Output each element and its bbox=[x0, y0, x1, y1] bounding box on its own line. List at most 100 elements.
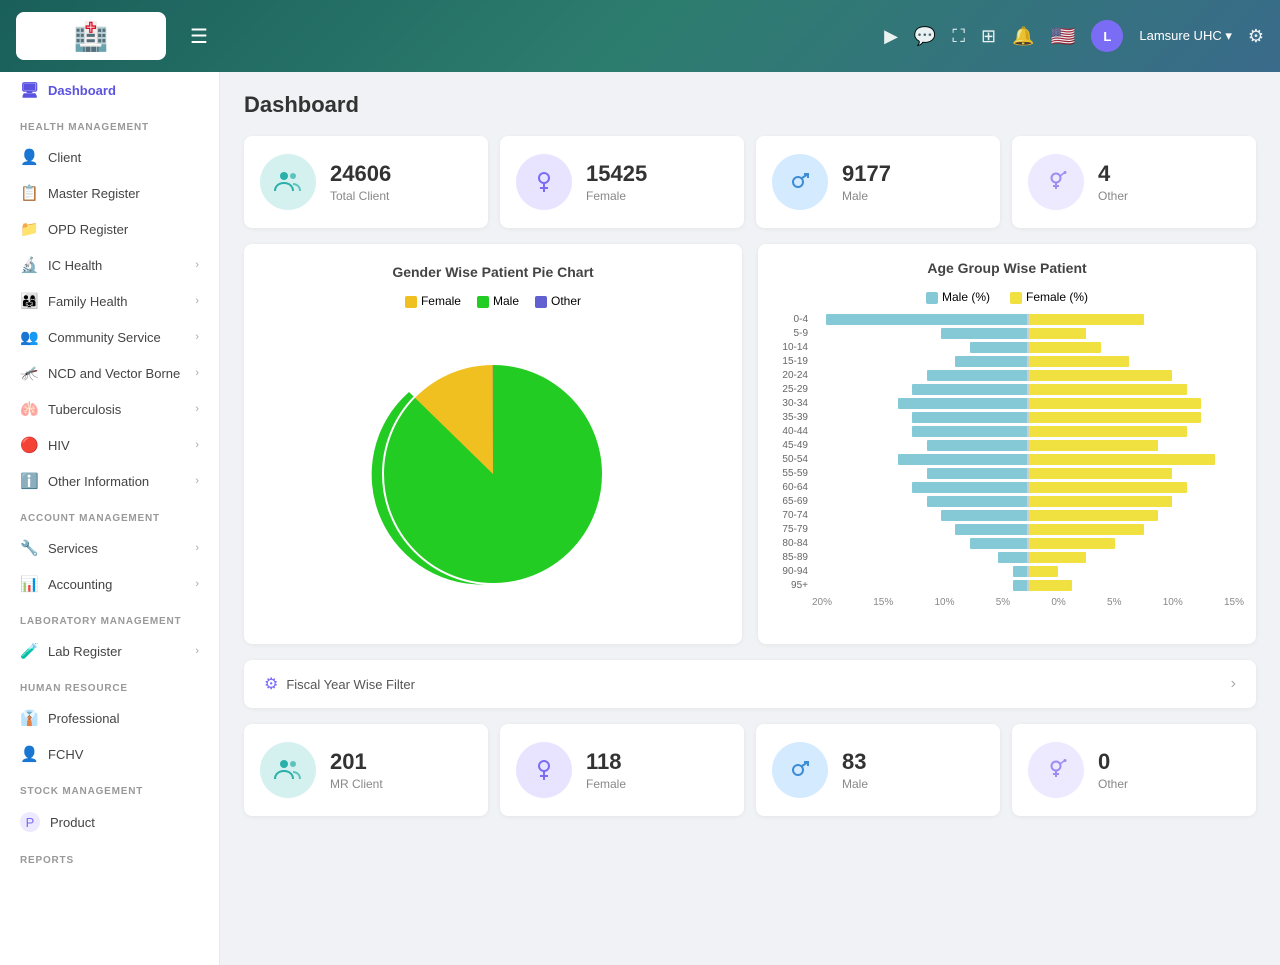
sidebar-item-professional[interactable]: 👔 Professional bbox=[0, 700, 219, 736]
pyramid-x-axis: 20%15%10%5%0%5%10%15% bbox=[770, 597, 1244, 608]
sidebar-item-product[interactable]: P Product bbox=[0, 803, 219, 841]
sidebar-item-lab-register[interactable]: 🧪 Lab Register › bbox=[0, 633, 219, 669]
pyramid-row-bars bbox=[812, 552, 1244, 563]
pyramid-row-label: 15-19 bbox=[770, 356, 808, 367]
sidebar-item-opd-register[interactable]: 📁 OPD Register bbox=[0, 211, 219, 247]
stat-info-female: 15425 Female bbox=[586, 161, 728, 203]
pyramid-row: 85-89 bbox=[770, 552, 1244, 563]
stat-info-bottom-other: 0 Other bbox=[1098, 749, 1240, 791]
age-chart-card: Age Group Wise Patient Male (%) Female (… bbox=[758, 244, 1256, 644]
product-icon: P bbox=[20, 812, 40, 832]
main-layout: 🖥 Dashboard HEALTH MANAGEMENT 👤 Client 📋… bbox=[0, 72, 1280, 965]
other-label: Other bbox=[1098, 189, 1240, 203]
sidebar-item-dashboard[interactable]: 🖥 Dashboard bbox=[0, 72, 219, 108]
total-client-number: 24606 bbox=[330, 161, 472, 187]
user-name[interactable]: Lamsure UHC ▾ bbox=[1139, 28, 1232, 44]
pyramid-row: 80-84 bbox=[770, 538, 1244, 549]
lab-icon: 🧪 bbox=[20, 642, 38, 660]
pyramid-row: 55-59 bbox=[770, 468, 1244, 479]
female-label: Female bbox=[586, 189, 728, 203]
bottom-other-label: Other bbox=[1098, 777, 1240, 791]
pyramid-row-label: 25-29 bbox=[770, 384, 808, 395]
pyramid-row: 15-19 bbox=[770, 356, 1244, 367]
pyramid-row: 70-74 bbox=[770, 510, 1244, 521]
sidebar-fchv-label: FCHV bbox=[48, 747, 83, 762]
section-health-management: HEALTH MANAGEMENT bbox=[0, 108, 219, 139]
sidebar-item-accounting[interactable]: 📊 Accounting › bbox=[0, 566, 219, 602]
pyramid-row: 50-54 bbox=[770, 454, 1244, 465]
pyramid-row-bars bbox=[812, 328, 1244, 339]
male-number: 9177 bbox=[842, 161, 984, 187]
pyramid-chart: 0-45-910-1415-1920-2425-2930-3435-3940-4… bbox=[770, 314, 1244, 591]
pyramid-row-label: 10-14 bbox=[770, 342, 808, 353]
pyramid-row: 35-39 bbox=[770, 412, 1244, 423]
legend-male-pct: Male (%) bbox=[926, 290, 990, 304]
bottom-female-icon bbox=[516, 742, 572, 798]
pie-chart bbox=[264, 324, 722, 624]
video-icon[interactable]: ▶ bbox=[884, 26, 898, 47]
sidebar-item-services[interactable]: 🔧 Services › bbox=[0, 530, 219, 566]
sidebar-item-fchv[interactable]: 👤 FCHV bbox=[0, 736, 219, 772]
stat-card-bottom-female: 118 Female bbox=[500, 724, 744, 816]
pyramid-row: 30-34 bbox=[770, 398, 1244, 409]
stat-cards-bottom: 201 MR Client 118 Female bbox=[244, 724, 1256, 816]
dashboard-icon: 🖥 bbox=[20, 81, 38, 99]
pyramid-row: 40-44 bbox=[770, 426, 1244, 437]
section-lab-management: LABORATORY MANAGEMENT bbox=[0, 602, 219, 633]
chevron-icon: › bbox=[195, 475, 199, 487]
bell-icon[interactable]: 🔔 bbox=[1012, 26, 1034, 47]
pyramid-row: 45-49 bbox=[770, 440, 1244, 451]
sidebar-item-master-register[interactable]: 📋 Master Register bbox=[0, 175, 219, 211]
fiscal-chevron-icon: › bbox=[1231, 675, 1236, 693]
bottom-male-icon bbox=[772, 742, 828, 798]
male-label: Male bbox=[842, 189, 984, 203]
hamburger-button[interactable]: ☰ bbox=[190, 24, 208, 49]
fiscal-filter-label: ⚙ Fiscal Year Wise Filter bbox=[264, 674, 415, 694]
sidebar-item-other-info[interactable]: ℹ️ Other Information › bbox=[0, 463, 219, 499]
sidebar-item-ic-health[interactable]: 🔬 IC Health › bbox=[0, 247, 219, 283]
professional-icon: 👔 bbox=[20, 709, 38, 727]
fiscal-filter[interactable]: ⚙ Fiscal Year Wise Filter › bbox=[244, 660, 1256, 708]
services-icon: 🔧 bbox=[20, 539, 38, 557]
pyramid-row-label: 95+ bbox=[770, 580, 808, 591]
pyramid-row: 65-69 bbox=[770, 496, 1244, 507]
sidebar-item-ncd-vector[interactable]: 🦟 NCD and Vector Borne › bbox=[0, 355, 219, 391]
sidebar-item-tuberculosis[interactable]: 🫁 Tuberculosis › bbox=[0, 391, 219, 427]
bottom-female-number: 118 bbox=[586, 749, 728, 775]
mr-client-icon bbox=[260, 742, 316, 798]
sidebar-item-hiv[interactable]: 🔴 HIV › bbox=[0, 427, 219, 463]
fullscreen-icon[interactable]: ⛶ bbox=[952, 26, 965, 47]
sidebar-item-family-health[interactable]: 👨‍👩‍👧 Family Health › bbox=[0, 283, 219, 319]
sidebar-item-client[interactable]: 👤 Client bbox=[0, 139, 219, 175]
legend-female: Female bbox=[405, 294, 461, 308]
settings-icon[interactable]: ⚙ bbox=[1248, 26, 1264, 47]
pyramid-row-bars bbox=[812, 384, 1244, 395]
sidebar-ic-health-label: IC Health bbox=[48, 258, 102, 273]
flag-icon[interactable]: 🇺🇸 bbox=[1050, 24, 1075, 49]
pyramid-row-bars bbox=[812, 342, 1244, 353]
pyramid-row-bars bbox=[812, 426, 1244, 437]
section-human-resource: HUMAN RESOURCE bbox=[0, 669, 219, 700]
stat-info-bottom-female: 118 Female bbox=[586, 749, 728, 791]
pyramid-row-label: 30-34 bbox=[770, 398, 808, 409]
pyramid-row: 25-29 bbox=[770, 384, 1244, 395]
pyramid-row: 90-94 bbox=[770, 566, 1244, 577]
sidebar-client-label: Client bbox=[48, 150, 81, 165]
sidebar-other-info-label: Other Information bbox=[48, 474, 149, 489]
bottom-female-label: Female bbox=[586, 777, 728, 791]
legend-other: Other bbox=[535, 294, 581, 308]
sidebar-accounting-label: Accounting bbox=[48, 577, 112, 592]
sidebar-item-community-service[interactable]: 👥 Community Service › bbox=[0, 319, 219, 355]
client-icon: 👤 bbox=[20, 148, 38, 166]
mr-client-number: 201 bbox=[330, 749, 472, 775]
sidebar-lab-label: Lab Register bbox=[48, 644, 122, 659]
pyramid-row: 5-9 bbox=[770, 328, 1244, 339]
grid-icon[interactable]: ⊞ bbox=[981, 26, 996, 47]
pyramid-row-label: 45-49 bbox=[770, 440, 808, 451]
pyramid-row: 75-79 bbox=[770, 524, 1244, 535]
female-icon bbox=[516, 154, 572, 210]
chat-icon[interactable]: 💬 bbox=[914, 26, 936, 47]
tuberculosis-icon: 🫁 bbox=[20, 400, 38, 418]
stat-info-other: 4 Other bbox=[1098, 161, 1240, 203]
pyramid-row-bars bbox=[812, 580, 1244, 591]
